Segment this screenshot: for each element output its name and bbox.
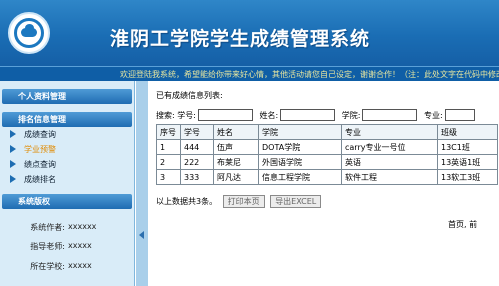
cell-index: 2 [156, 154, 181, 170]
sysinfo-key: 指导老师: [30, 242, 65, 251]
student-id-label: 学号: [177, 110, 196, 120]
cell-college: DOTA学院 [258, 139, 342, 155]
grades-table: 序号 学号 姓名 学院 专业 班级 1 444 伍声 DOTA学院 carry专… [156, 124, 498, 185]
cell-college: 信息工程学院 [258, 169, 342, 185]
list-title: 已有成绩信息列表: [156, 91, 223, 100]
table-row[interactable]: 3 333 阿凡达 信息工程学院 软件工程 13软工3班 [156, 169, 498, 185]
column-header-index: 序号 [156, 124, 181, 140]
record-count-text: 以上数据共3条。 [156, 197, 218, 206]
app-header: 淮阴工学院学生成绩管理系统 [0, 0, 499, 66]
main-content: 已有成绩信息列表: 搜索: 学号: 姓名: 学院: 专业: 序号 学号 姓名 学… [148, 81, 499, 286]
column-header-name: 姓名 [213, 124, 259, 140]
cell-class: 13英语1班 [437, 154, 498, 170]
announcement-bar: 欢迎登陆我系统，希望能给你带来好心情，其他活动请您自己设定，谢谢合作！（注：此处… [0, 66, 499, 81]
table-row[interactable]: 2 222 布莱尼 外国语学院 英语 13英语1班 [156, 154, 498, 170]
triangle-right-icon [10, 175, 16, 183]
triangle-right-icon [10, 160, 16, 168]
sidebar-item-label: 绩点查询 [24, 160, 56, 169]
table-header-row: 序号 学号 姓名 学院 专业 班级 [156, 124, 498, 140]
sidebar-item-grade-ranking[interactable]: 成绩排名 [10, 173, 56, 186]
major-input[interactable] [444, 109, 475, 121]
sidebar-item-label: 成绩查询 [24, 130, 56, 139]
cell-college: 外国语学院 [258, 154, 342, 170]
cell-index: 1 [156, 139, 181, 155]
cell-name: 阿凡达 [213, 169, 259, 185]
triangle-right-icon [10, 130, 16, 138]
column-header-student-id: 学号 [180, 124, 214, 140]
sidebar-header-personal[interactable]: 个人资料管理 [2, 89, 132, 104]
student-id-input[interactable] [197, 109, 253, 121]
pagination: 首页, 前 [448, 219, 477, 230]
name-input[interactable] [280, 109, 336, 121]
cell-student-id: 333 [180, 169, 214, 185]
sidebar-item-academic-warning[interactable]: 学业预警 [10, 143, 56, 156]
app-title: 淮阴工学院学生成绩管理系统 [110, 28, 371, 50]
school-logo-icon [8, 12, 50, 54]
collapse-arrow-icon[interactable] [139, 231, 144, 239]
college-input[interactable] [362, 109, 418, 121]
cell-index: 3 [156, 169, 181, 185]
column-header-college: 学院 [258, 124, 342, 140]
table-row[interactable]: 1 444 伍声 DOTA学院 carry专业一号位 13C1班 [156, 139, 498, 155]
announcement-text: 欢迎登陆我系统，希望能给你带来好心情，其他活动请您自己设定，谢谢合作！（注：此处… [120, 70, 499, 79]
sidebar-splitter[interactable] [136, 81, 148, 286]
column-header-class: 班级 [437, 124, 498, 140]
sidebar-item-label: 成绩排名 [24, 175, 56, 184]
sidebar-header-ranking[interactable]: 排名信息管理 [2, 112, 132, 127]
sidebar-item-gpa-query[interactable]: 绩点查询 [10, 158, 56, 171]
table-footer: 以上数据共3条。 打印本页 导出EXCEL [156, 195, 322, 208]
cell-student-id: 444 [180, 139, 214, 155]
export-excel-button[interactable]: 导出EXCEL [270, 195, 322, 208]
college-label: 学院: [341, 110, 361, 120]
column-header-major: 专业 [341, 124, 438, 140]
first-page-link[interactable]: 首页, [448, 220, 467, 229]
cell-student-id: 222 [180, 154, 214, 170]
sidebar-item-label: 学业预警 [24, 145, 56, 154]
cell-name: 布莱尼 [213, 154, 259, 170]
cell-major: carry专业一号位 [341, 139, 438, 155]
sidebar: 个人资料管理 排名信息管理 成绩查询 学业预警 绩点查询 成绩排名 系统版权 系… [0, 81, 135, 286]
sysinfo-value: xxxxxx [68, 222, 97, 231]
prev-page-link[interactable]: 前 [469, 220, 477, 229]
sidebar-header-copyright: 系统版权 [2, 194, 132, 209]
sysinfo-value: xxxxx [68, 261, 92, 270]
cell-class: 13软工3班 [437, 169, 498, 185]
cell-name: 伍声 [213, 139, 259, 155]
name-label: 姓名: [259, 110, 279, 120]
sysinfo-key: 系统作者: [30, 223, 65, 232]
print-page-button[interactable]: 打印本页 [222, 195, 265, 208]
cell-class: 13C1班 [437, 139, 498, 155]
cell-major: 英语 [341, 154, 438, 170]
sysinfo-key: 所在学校: [30, 262, 65, 271]
cell-major: 软件工程 [341, 169, 438, 185]
search-label: 搜索: [156, 110, 175, 120]
search-bar: 搜索: 学号: 姓名: 学院: 专业: [156, 109, 479, 123]
major-label: 专业: [424, 110, 443, 120]
sidebar-item-grade-query[interactable]: 成绩查询 [10, 128, 56, 141]
sysinfo-value: xxxxx [68, 241, 92, 250]
triangle-right-icon [10, 145, 16, 153]
